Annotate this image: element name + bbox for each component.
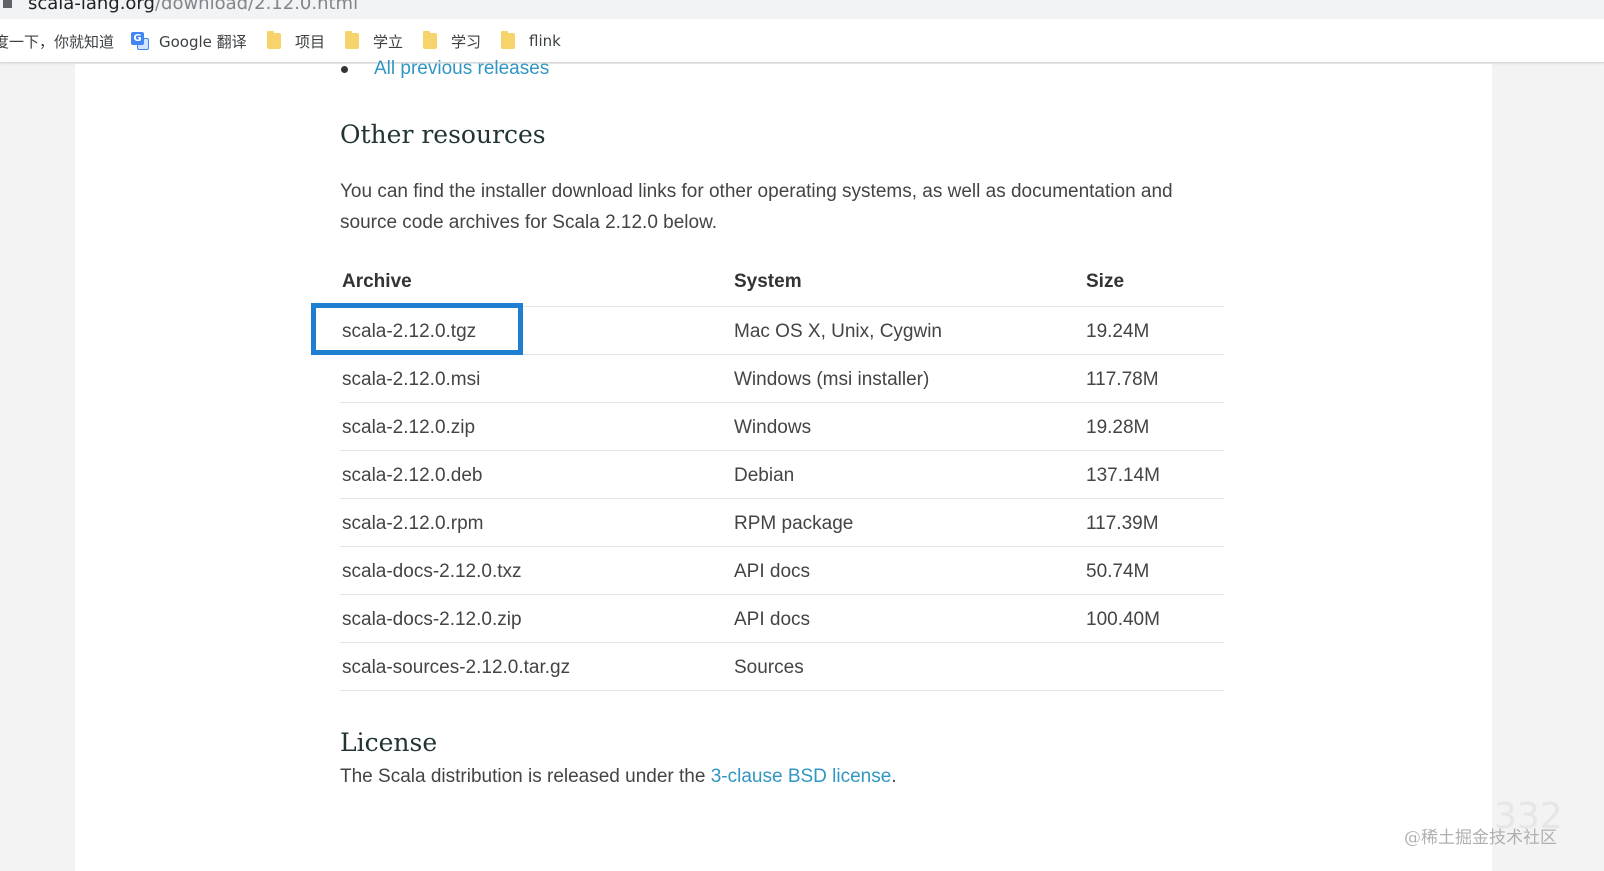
size-cell: 50.74M xyxy=(1086,561,1150,582)
system-cell: Windows (msi installer) xyxy=(734,369,930,390)
bookmark-folder-xuexi[interactable]: 学习 xyxy=(423,30,481,52)
size-cell: 19.28M xyxy=(1086,417,1150,438)
bookmark-label: 学习 xyxy=(451,32,482,51)
google-translate-icon: G xyxy=(131,32,149,50)
bullet-icon xyxy=(341,65,348,73)
table-header: Archive System Size xyxy=(340,264,1224,307)
folder-icon xyxy=(267,31,281,49)
bookmark-label: flink xyxy=(529,32,561,50)
bookmarks-bar: 度一下，你就知道 G Google 翻译 项目 学立 学习 flink xyxy=(0,19,1604,63)
bookmark-baidu[interactable]: 度一下，你就知道 xyxy=(0,30,114,52)
table-row: scala-2.12.0.rpm RPM package 117.39M xyxy=(340,499,1224,547)
watermark-text: @稀土掘金技术社区 xyxy=(1404,828,1557,848)
lock-icon xyxy=(3,0,12,8)
archive-link-zip[interactable]: scala-2.12.0.zip xyxy=(342,417,475,439)
bookmark-google-translate[interactable]: G Google 翻译 xyxy=(131,30,247,52)
folder-icon xyxy=(423,31,437,49)
bsd-license-link[interactable]: 3-clause BSD license xyxy=(711,766,892,787)
description-line: source code archives for Scala 2.12.0 be… xyxy=(340,212,718,233)
archive-link-msi[interactable]: scala-2.12.0.msi xyxy=(342,369,480,391)
system-cell: Windows xyxy=(734,417,812,438)
url-host: scala-lang.org xyxy=(28,0,155,14)
table-row: scala-2.12.0.deb Debian 137.14M xyxy=(340,451,1224,499)
header-archive: Archive xyxy=(342,271,412,292)
archive-link-sources[interactable]: scala-sources-2.12.0.tar.gz xyxy=(342,657,570,679)
license-heading: License xyxy=(340,728,438,757)
folder-icon xyxy=(345,31,359,49)
table-row: scala-2.12.0.msi Windows (msi installer)… xyxy=(340,355,1224,403)
header-system: System xyxy=(734,271,802,292)
table-row: scala-2.12.0.zip Windows 19.28M xyxy=(340,403,1224,451)
bookmark-folder-xueli[interactable]: 学立 xyxy=(345,30,403,52)
system-cell: API docs xyxy=(734,561,811,582)
size-cell: 137.14M xyxy=(1086,465,1160,486)
archive-link-deb[interactable]: scala-2.12.0.deb xyxy=(342,465,483,487)
description-line: You can find the installer download link… xyxy=(340,181,1173,202)
archive-link-docs-zip[interactable]: scala-docs-2.12.0.zip xyxy=(342,609,522,631)
folder-icon xyxy=(501,31,515,49)
archive-link-rpm[interactable]: scala-2.12.0.rpm xyxy=(342,513,484,535)
table-row: scala-sources-2.12.0.tar.gz Sources xyxy=(340,643,1224,691)
table-row: scala-docs-2.12.0.txz API docs 50.74M xyxy=(340,547,1224,595)
address-bar[interactable]: scala-lang.org/download/2.12.0.html xyxy=(0,0,1604,19)
other-resources-heading: Other resources xyxy=(340,120,546,149)
previous-releases-item: All previous releases xyxy=(341,58,549,80)
system-cell: Sources xyxy=(734,657,804,678)
bookmark-folder-flink[interactable]: flink xyxy=(501,30,561,52)
license-text-after: . xyxy=(891,766,897,787)
bookmark-label: 学立 xyxy=(373,32,404,51)
archive-link-docs-txz[interactable]: scala-docs-2.12.0.txz xyxy=(342,561,522,583)
table-row: scala-docs-2.12.0.zip API docs 100.40M xyxy=(340,595,1224,643)
bookmark-label: 度一下，你就知道 xyxy=(0,32,115,51)
annotation-highlight-box xyxy=(311,303,523,355)
system-cell: API docs xyxy=(734,609,811,630)
system-cell: Mac OS X, Unix, Cygwin xyxy=(734,321,942,342)
header-size: Size xyxy=(1086,271,1125,292)
other-resources-description: You can find the installer download link… xyxy=(340,176,1173,238)
size-cell: 19.24M xyxy=(1086,321,1150,342)
bookmark-folder-xiangmu[interactable]: 项目 xyxy=(267,30,325,52)
url-path: /download/2.12.0.html xyxy=(154,0,359,14)
license-text: The Scala distribution is released under… xyxy=(340,761,897,792)
size-cell: 117.39M xyxy=(1086,513,1159,534)
url-text[interactable]: scala-lang.org/download/2.12.0.html xyxy=(28,0,358,14)
bookmark-label: Google 翻译 xyxy=(159,32,247,51)
all-previous-releases-link[interactable]: All previous releases xyxy=(374,58,549,80)
system-cell: Debian xyxy=(734,465,795,486)
size-cell: 117.78M xyxy=(1086,369,1159,390)
bookmark-label: 项目 xyxy=(295,32,326,51)
license-text-before: The Scala distribution is released under… xyxy=(340,766,711,787)
system-cell: RPM package xyxy=(734,513,854,534)
size-cell: 100.40M xyxy=(1086,609,1160,630)
